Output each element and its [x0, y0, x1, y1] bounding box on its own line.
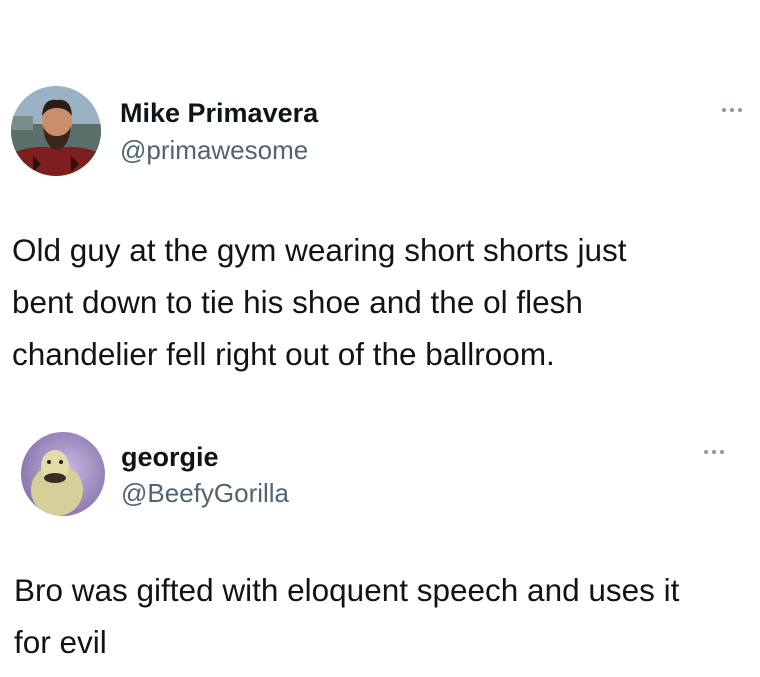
user-handle[interactable]: @primawesome	[120, 135, 308, 165]
more-dot	[712, 450, 716, 454]
more-dot	[704, 450, 708, 454]
more-dot	[738, 108, 742, 112]
user-handle[interactable]: @BeefyGorilla	[121, 478, 289, 508]
avatar-georgie[interactable]	[21, 432, 105, 516]
display-name[interactable]: Mike Primavera	[120, 97, 318, 129]
more-dot	[730, 108, 734, 112]
tweet-text: Bro was gifted with eloquent speech and …	[14, 572, 680, 660]
display-name[interactable]: georgie	[121, 441, 219, 473]
tweet-text: Old guy at the gym wearing short shorts …	[12, 232, 627, 372]
avatar-mike-primavera[interactable]	[11, 86, 101, 176]
avatar-image	[11, 86, 101, 176]
more-options-icon[interactable]	[698, 444, 730, 460]
tweet-main: Mike Primavera @primawesome Old guy at t…	[0, 0, 760, 400]
more-options-icon[interactable]	[716, 102, 748, 118]
avatar-image	[21, 432, 105, 516]
more-dot	[722, 108, 726, 112]
more-dot	[720, 450, 724, 454]
